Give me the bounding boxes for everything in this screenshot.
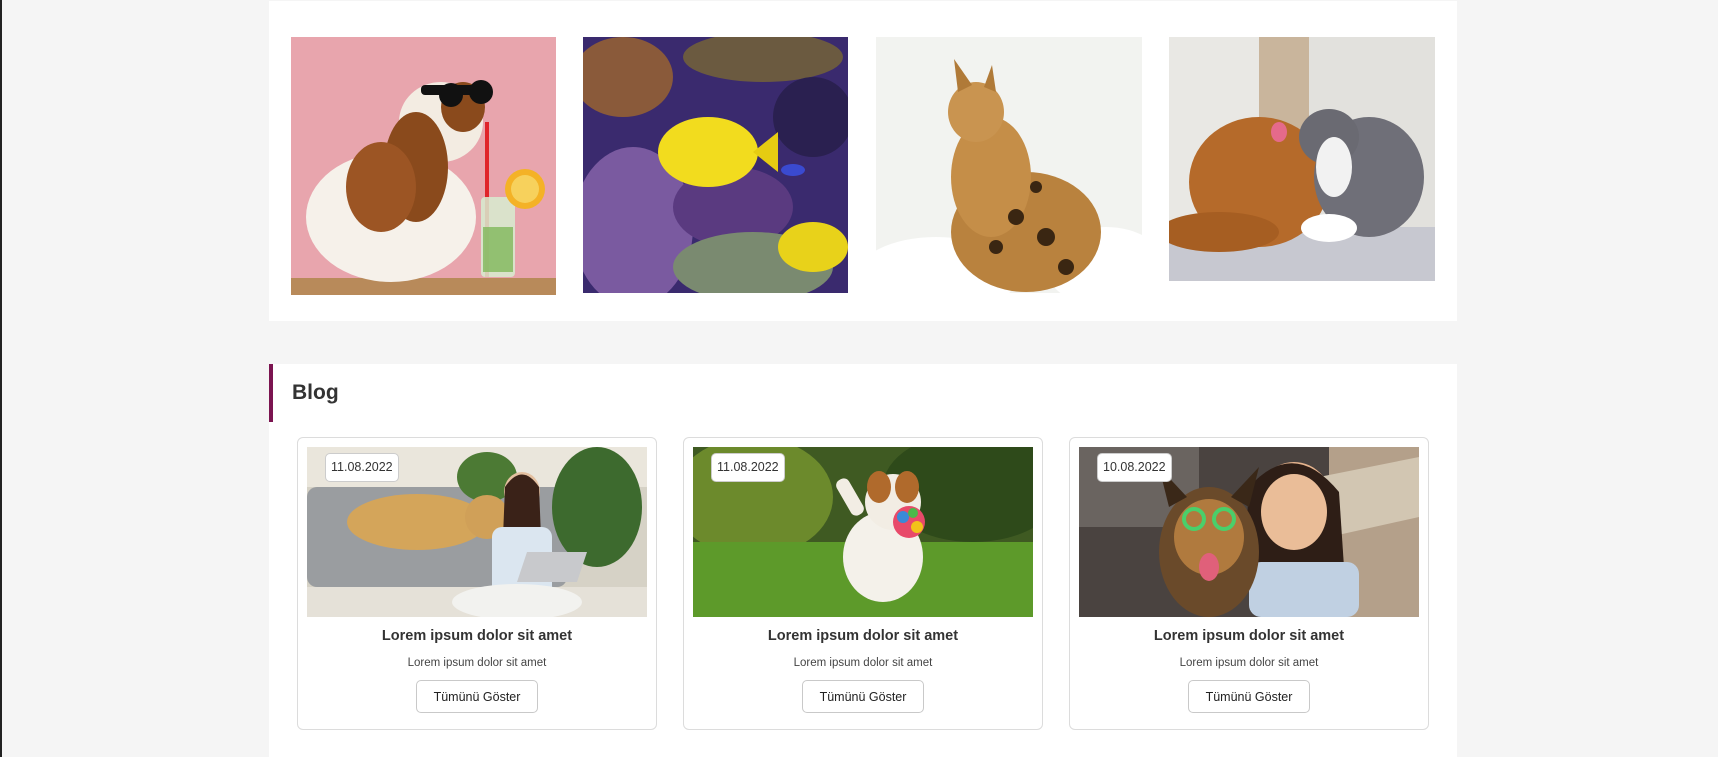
blog-card-description: Lorem ipsum dolor sit amet [407, 657, 547, 669]
blog-card[interactable]: 10.08.2022 Lorem ipsum dolor sit amet Lo… [1069, 437, 1429, 730]
blog-heading: Blog [292, 381, 339, 404]
blog-card-title[interactable]: Lorem ipsum dolor sit amet [1070, 628, 1428, 644]
bengal-cat-photo[interactable] [876, 37, 1142, 293]
blog-date-badge: 10.08.2022 [1097, 453, 1172, 482]
woman-with-dog-on-sofa-photo[interactable]: 11.08.2022 [307, 447, 647, 617]
blog-card-description: Lorem ipsum dolor sit amet [1179, 657, 1319, 669]
blog-card[interactable]: 11.08.2022 Lorem ipsum dolor sit amet Lo… [683, 437, 1043, 730]
yellow-fish-aquarium-photo[interactable] [583, 37, 848, 293]
show-all-button[interactable]: Tümünü Göster [416, 680, 538, 713]
blog-card-description: Lorem ipsum dolor sit amet [793, 657, 933, 669]
show-all-button[interactable]: Tümünü Göster [1188, 680, 1310, 713]
blog-card[interactable]: 11.08.2022 Lorem ipsum dolor sit amet Lo… [297, 437, 657, 730]
show-all-button[interactable]: Tümünü Göster [802, 680, 924, 713]
blog-section: Blog 11.08.2022 Lorem ipsum dolor sit am… [269, 364, 1457, 757]
blog-date-badge: 11.08.2022 [325, 453, 399, 482]
blog-accent-bar [269, 364, 273, 422]
dog-with-sunglasses-drink-photo[interactable] [291, 37, 556, 295]
blog-card-title[interactable]: Lorem ipsum dolor sit amet [684, 628, 1042, 644]
woman-selfie-with-dog-photo[interactable]: 10.08.2022 [1079, 447, 1419, 617]
dog-and-cat-photo[interactable] [1169, 37, 1435, 281]
blog-card-title[interactable]: Lorem ipsum dolor sit amet [298, 628, 656, 644]
page-left-border [0, 0, 2, 757]
pet-gallery [269, 1, 1457, 321]
dog-running-with-toy-photo[interactable]: 11.08.2022 [693, 447, 1033, 617]
blog-date-badge: 11.08.2022 [711, 453, 785, 482]
